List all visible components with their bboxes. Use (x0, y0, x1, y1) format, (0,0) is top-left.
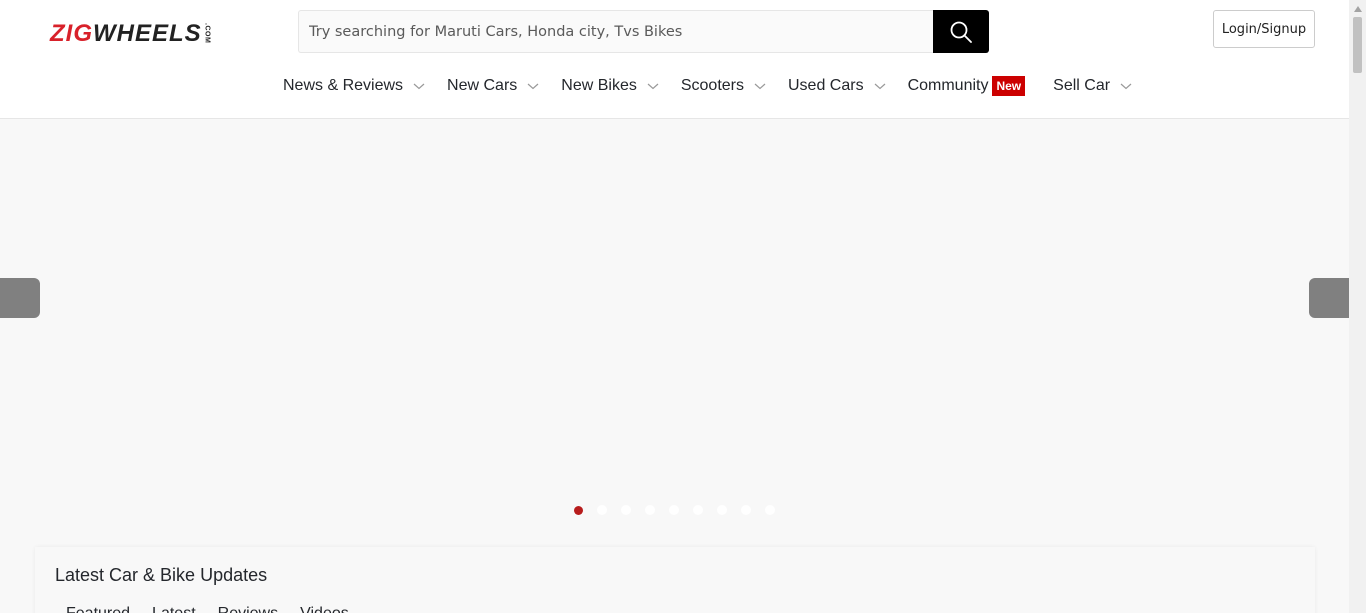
nav-item-sell-car[interactable]: Sell Car (1053, 77, 1132, 95)
latest-updates-section: Latest Car & Bike Updates Featured Lates… (35, 547, 1315, 613)
vertical-scrollbar[interactable] (1349, 0, 1366, 613)
carousel-dot[interactable] (621, 505, 631, 515)
tab-videos[interactable]: Videos (300, 605, 349, 613)
carousel-next-button[interactable] (1309, 278, 1349, 318)
scrollbar-thumb[interactable] (1353, 17, 1362, 73)
carousel-dot[interactable] (717, 505, 727, 515)
page: ZIGWHEELS .COM Login/Signup News & Revie… (0, 0, 1349, 613)
nav-item-label: Used Cars (787, 77, 864, 94)
chevron-down-icon (413, 83, 425, 90)
nav-item-used-cars[interactable]: Used Cars (788, 77, 886, 95)
tab-featured[interactable]: Featured (66, 605, 130, 613)
chevron-down-icon (1120, 83, 1132, 90)
search-input[interactable] (298, 10, 933, 53)
section-title: Latest Car & Bike Updates (55, 565, 268, 585)
nav-item-community[interactable]: Community New (908, 76, 1026, 96)
carousel-dot[interactable] (597, 505, 607, 515)
carousel-dots (574, 505, 789, 515)
nav-item-label: Community (907, 77, 989, 94)
carousel-dot[interactable] (765, 505, 775, 515)
search-button[interactable] (933, 10, 989, 53)
carousel-dot[interactable] (693, 505, 703, 515)
new-badge: New (992, 76, 1026, 96)
updates-tabs: Featured Latest Reviews Videos (66, 605, 371, 613)
carousel-dot[interactable] (741, 505, 751, 515)
scroll-up-arrow-icon[interactable] (1349, 0, 1366, 17)
nav-item-new-bikes[interactable]: New Bikes (561, 77, 659, 95)
logo-zig: ZIG (50, 20, 93, 47)
site-header: ZIGWHEELS .COM Login/Signup News & Revie… (0, 0, 1349, 119)
hero-carousel (0, 119, 1349, 546)
nav-item-label: New Bikes (561, 77, 637, 94)
tab-latest[interactable]: Latest (152, 605, 196, 613)
search-icon (950, 21, 972, 43)
carousel-dot[interactable] (669, 505, 679, 515)
carousel-dot[interactable] (574, 506, 583, 515)
nav-item-scooters[interactable]: Scooters (681, 77, 766, 95)
zigwheels-logo[interactable]: ZIGWHEELS .COM (50, 20, 211, 48)
login-signup-button[interactable]: Login/Signup (1213, 10, 1315, 48)
nav-item-news-reviews[interactable]: News & Reviews (283, 77, 425, 95)
nav-item-label: New Cars (447, 77, 518, 94)
search-bar (298, 10, 989, 53)
chevron-down-icon (874, 83, 885, 90)
tab-reviews[interactable]: Reviews (218, 605, 278, 613)
carousel-prev-button[interactable] (0, 278, 40, 318)
carousel-dot[interactable] (645, 505, 655, 515)
chevron-down-icon (647, 83, 659, 90)
chevron-down-icon (527, 83, 539, 90)
logo-wordmark: ZIGWHEELS (50, 20, 202, 48)
logo-com: .COM (203, 23, 211, 44)
nav-item-label: Scooters (680, 77, 744, 94)
chevron-down-icon (754, 83, 766, 90)
nav-item-new-cars[interactable]: New Cars (447, 77, 539, 95)
logo-wheels: WHEELS (93, 20, 202, 47)
main-nav: News & Reviews New Cars New Bikes Scoote… (283, 74, 1154, 98)
nav-item-label: News & Reviews (283, 77, 404, 94)
nav-item-label: Sell Car (1053, 77, 1111, 94)
